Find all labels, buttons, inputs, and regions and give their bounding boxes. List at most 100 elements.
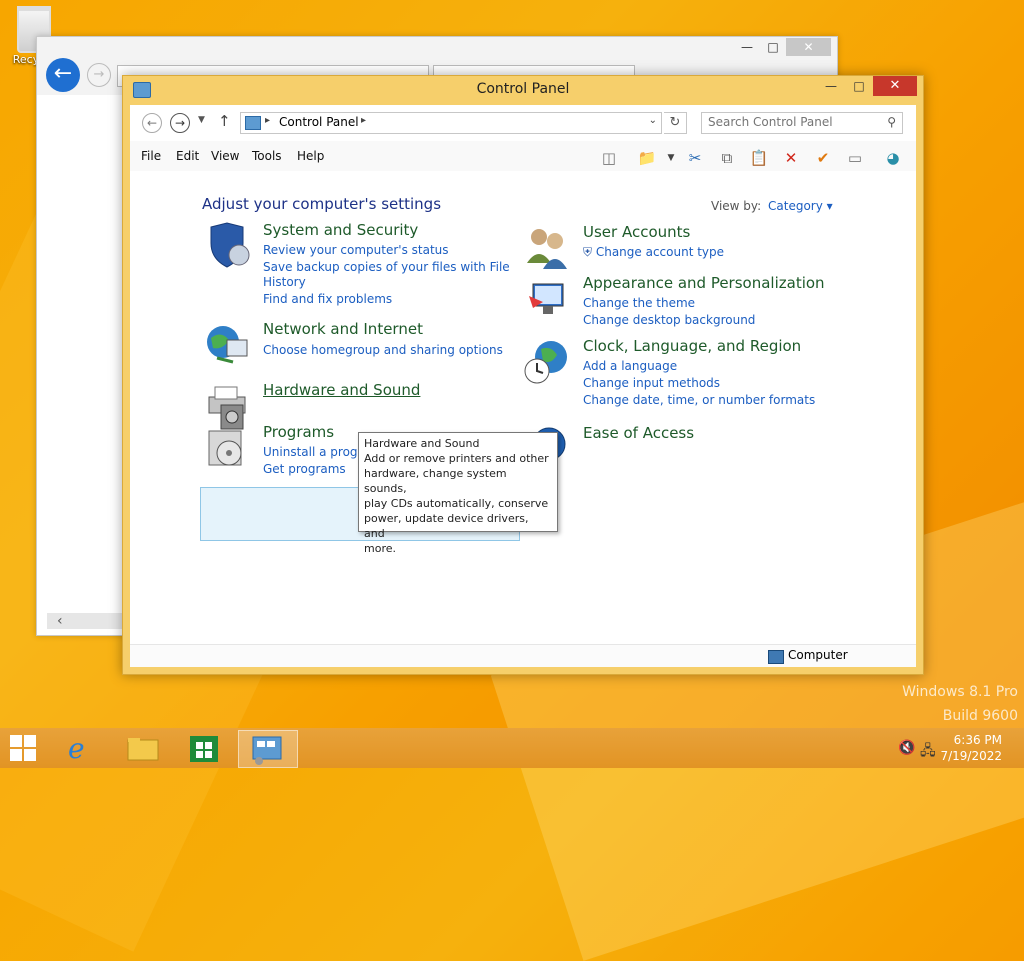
delete-icon[interactable]: ✕ xyxy=(780,147,802,169)
start-button[interactable] xyxy=(10,735,36,761)
back-icon[interactable]: ← xyxy=(46,58,80,92)
svg-text:e: e xyxy=(68,732,85,765)
link-change-theme[interactable]: Change the theme xyxy=(583,296,695,310)
up-arrow-icon[interactable]: ↑ xyxy=(218,112,231,130)
ie-window-controls: — □ ✕ xyxy=(734,38,831,56)
menu-view[interactable]: View xyxy=(211,149,239,163)
chevron-down-icon[interactable]: ▼ xyxy=(660,147,682,169)
status-text: Computer xyxy=(788,648,848,662)
minimize-icon[interactable]: — xyxy=(817,76,845,96)
category-system-security: System and Security Review your computer… xyxy=(203,221,523,321)
category-title[interactable]: User Accounts xyxy=(583,223,690,241)
close-icon[interactable]: ✕ xyxy=(873,76,917,96)
navigation-bar: ← → ▼ ↑ ▸ Control Panel ▸ ⌄ ↻ ⚲ xyxy=(130,105,916,139)
search-box[interactable]: ⚲ xyxy=(701,112,903,134)
link-review-status[interactable]: Review your computer's status xyxy=(263,243,449,257)
title-bar[interactable]: Control Panel — □ ✕ xyxy=(123,76,923,105)
tooltip-line: play CDs automatically, conserve xyxy=(364,497,549,510)
link-change-account-type[interactable]: ⛨ Change account type xyxy=(583,245,724,260)
menu-file[interactable]: File xyxy=(141,149,161,163)
status-bar: Computer xyxy=(130,644,916,667)
link-find-fix-problems[interactable]: Find and fix problems xyxy=(263,292,392,306)
link-get-programs[interactable]: Get programs xyxy=(263,462,346,476)
taskbar-store[interactable] xyxy=(176,730,234,766)
programs-icon xyxy=(203,423,253,473)
network-tray-icon[interactable]: 🖧 xyxy=(920,740,936,764)
cut-icon[interactable]: ✂ xyxy=(684,147,706,169)
maximize-icon[interactable]: □ xyxy=(845,76,873,96)
link-desktop-background[interactable]: Change desktop background xyxy=(583,313,755,327)
tooltip-line: power, update device drivers, and xyxy=(364,512,529,540)
link-input-methods[interactable]: Change input methods xyxy=(583,376,720,390)
chevron-right-icon[interactable]: ▸ xyxy=(361,115,366,126)
users-icon xyxy=(523,223,573,273)
link-file-history-cont[interactable]: History xyxy=(263,275,306,289)
menu-tools[interactable]: Tools xyxy=(252,149,282,163)
folder-icon xyxy=(127,738,159,761)
category-title[interactable]: System and Security xyxy=(263,221,418,239)
globe-icon[interactable]: ◕ xyxy=(882,147,904,169)
category-title[interactable]: Hardware and Sound xyxy=(263,381,420,399)
forward-button[interactable]: → xyxy=(170,113,190,133)
tooltip-title: Hardware and Sound xyxy=(364,437,480,450)
recent-locations-dropdown[interactable]: ▼ xyxy=(198,115,205,125)
clock[interactable]: 6:36 PM 7/19/2022 xyxy=(940,732,1002,764)
page-title: Adjust your computer's settings xyxy=(202,195,442,213)
taskbar-internet-explorer[interactable]: e xyxy=(52,730,110,766)
control-panel-icon xyxy=(245,116,261,130)
forward-icon[interactable]: → xyxy=(87,63,111,87)
windows-logo-icon xyxy=(10,735,22,747)
category-title[interactable]: Appearance and Personalization xyxy=(583,274,825,292)
search-input[interactable] xyxy=(702,113,878,131)
layout-pane-icon[interactable]: ◫ xyxy=(598,147,620,169)
checkmark-icon[interactable]: ✔ xyxy=(812,147,834,169)
menu-bar: File Edit View Tools Help ◫ 📁 ▼ ✂ ⧉ 📋 ✕ … xyxy=(130,141,916,171)
shield-icon xyxy=(203,221,253,271)
breadcrumb[interactable]: Control Panel xyxy=(279,115,359,129)
category-user-accounts: User Accounts ⛨ Change account type xyxy=(523,223,883,273)
content-area: Adjust your computer's settings View by:… xyxy=(130,171,916,643)
appearance-icon xyxy=(523,274,573,324)
minimize-icon[interactable]: — xyxy=(734,38,760,56)
category-clock-region: Clock, Language, and Region Add a langua… xyxy=(523,337,883,407)
window-client: ← → ▼ ↑ ▸ Control Panel ▸ ⌄ ↻ ⚲ File Edi… xyxy=(130,105,916,667)
control-panel-icon xyxy=(252,736,282,765)
tooltip-line: Add or remove printers and other xyxy=(364,452,549,465)
link-date-time-format[interactable]: Change date, time, or number formats xyxy=(583,393,815,407)
menu-help[interactable]: Help xyxy=(297,149,324,163)
category-title[interactable]: Ease of Access xyxy=(583,424,694,442)
taskbar-control-panel[interactable] xyxy=(238,730,298,768)
category-title[interactable]: Clock, Language, and Region xyxy=(583,337,801,355)
paste-icon[interactable]: 📋 xyxy=(748,147,770,169)
uac-shield-icon: ⛨ xyxy=(583,245,593,259)
window-title: Control Panel xyxy=(476,81,570,97)
close-icon[interactable]: ✕ xyxy=(786,38,831,56)
link-add-language[interactable]: Add a language xyxy=(583,359,677,373)
link-file-history[interactable]: Save backup copies of your files with Fi… xyxy=(263,260,510,274)
watermark-build: Build 9600 xyxy=(942,708,1018,724)
back-button[interactable]: ← xyxy=(142,113,162,133)
view-by-dropdown[interactable]: Category ▾ xyxy=(768,199,833,213)
refresh-icon[interactable]: ↻ xyxy=(664,112,687,134)
taskbar: e 🔇 🖧 6:36 PM 7/19/2022 xyxy=(0,728,1024,768)
link-homegroup[interactable]: Choose homegroup and sharing options xyxy=(263,343,503,357)
folder-options-icon[interactable]: 📁 xyxy=(636,147,658,169)
properties-icon[interactable]: ▭ xyxy=(844,147,866,169)
control-panel-window[interactable]: Control Panel — □ ✕ ← → ▼ ↑ ▸ Control Pa… xyxy=(122,75,924,675)
category-title[interactable]: Programs xyxy=(263,423,334,441)
volume-muted-icon[interactable]: 🔇 xyxy=(898,740,915,756)
maximize-icon[interactable]: □ xyxy=(760,38,786,56)
tooltip: Hardware and Sound Add or remove printer… xyxy=(358,432,558,555)
copy-icon[interactable]: ⧉ xyxy=(716,147,738,169)
chevron-down-icon[interactable]: ⌄ xyxy=(649,115,657,126)
computer-icon xyxy=(768,650,784,664)
network-icon xyxy=(203,320,253,370)
menu-edit[interactable]: Edit xyxy=(176,149,199,163)
clock-date: 7/19/2022 xyxy=(940,749,1002,763)
search-icon[interactable]: ⚲ xyxy=(887,115,896,129)
address-bar[interactable]: ▸ Control Panel ▸ ⌄ xyxy=(240,112,662,134)
category-network-internet: Network and Internet Choose homegroup an… xyxy=(203,320,523,370)
taskbar-file-explorer[interactable] xyxy=(114,730,172,766)
chevron-right-icon[interactable]: ▸ xyxy=(265,115,270,126)
category-title[interactable]: Network and Internet xyxy=(263,320,423,338)
